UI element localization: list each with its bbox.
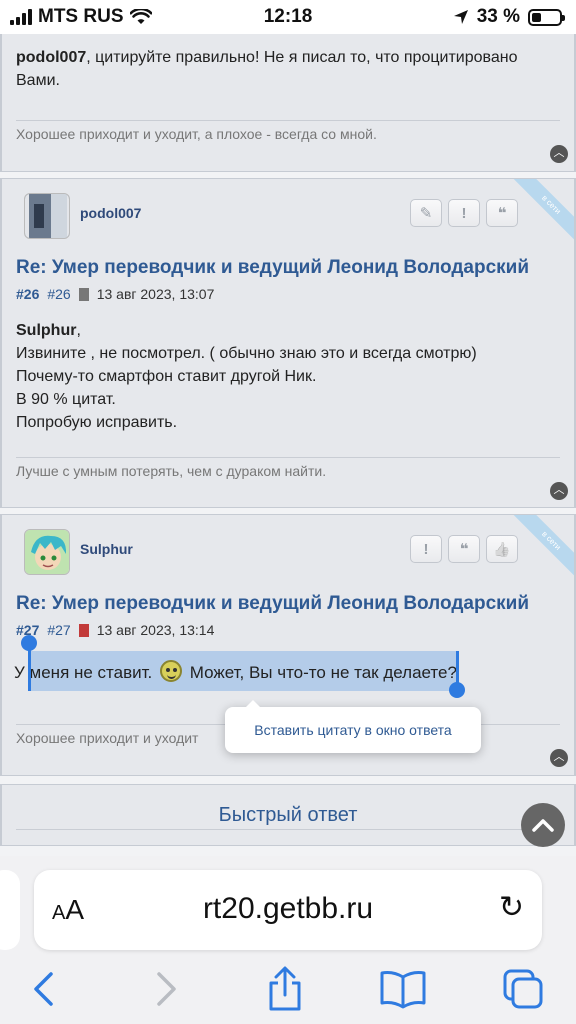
post-26: в сети podol007 ✎ ! ❝ Re: Умер переводчи… <box>0 178 576 508</box>
chevron-left-icon <box>34 972 53 1006</box>
previous-tab-preview[interactable] <box>0 870 20 950</box>
post-body: podol007, цитируйте правильно! Не я писа… <box>16 46 558 92</box>
post-actions: ! ❝ 👍 <box>410 535 518 563</box>
post-title-link[interactable]: Re: Умер переводчик и ведущий Леонид Вол… <box>16 257 529 279</box>
battery-fill <box>532 12 541 22</box>
post-line: Попробую исправить. <box>16 414 178 431</box>
avatar-image <box>25 194 69 238</box>
quote-button[interactable]: ❝ <box>486 199 518 227</box>
username-link[interactable]: Sulphur <box>80 541 133 557</box>
post-body[interactable]: У меня не ставит. Может, Вы что-то не та… <box>14 660 457 685</box>
edit-button[interactable]: ✎ <box>410 199 442 227</box>
post-body: Sulphur, Извините , не посмотрел. ( обыч… <box>16 319 558 434</box>
chevron-right-icon <box>157 972 176 1006</box>
post-permalink[interactable]: #26 <box>47 286 70 302</box>
post-line: Извините , не посмотрел. ( обычно знаю э… <box>16 345 477 362</box>
avatar[interactable] <box>24 529 70 575</box>
selected-text: меня не ставит. <box>24 663 157 682</box>
post-actions: ✎ ! ❝ <box>410 199 518 227</box>
pencil-icon: ✎ <box>419 205 433 222</box>
signature: Хорошее приходит и уходит, а плохое - вс… <box>16 126 377 142</box>
tabs-icon <box>503 969 543 1009</box>
browser-chrome: AA rt20.getbb.ru ↻ <box>0 856 576 1024</box>
tabs-button[interactable] <box>498 964 548 1014</box>
quick-reply-panel: Быстрый ответ <box>0 784 576 846</box>
book-icon <box>380 971 426 1009</box>
quick-reply-divider <box>16 829 560 830</box>
quote-button[interactable]: ❝ <box>448 535 480 563</box>
thumbs-up-icon: 👍 <box>493 540 511 557</box>
online-badge: в сети <box>513 515 574 579</box>
like-button[interactable]: 👍 <box>486 535 518 563</box>
document-icon <box>78 287 89 301</box>
username-link[interactable]: podol007 <box>80 205 141 221</box>
back-to-top-icon[interactable]: ︿ <box>550 749 568 767</box>
forward-button[interactable] <box>142 964 192 1014</box>
mention-link[interactable]: Sulphur <box>16 322 76 339</box>
bookmarks-button[interactable] <box>378 964 428 1014</box>
location-arrow-icon <box>453 10 468 24</box>
status-right: 33 % <box>453 6 565 28</box>
smiley-icon <box>160 660 182 682</box>
post-number[interactable]: #26 <box>16 286 39 302</box>
battery-percent: 33 % <box>476 6 520 27</box>
address-bar[interactable]: AA rt20.getbb.ru ↻ <box>34 870 542 950</box>
post-line: Почему-то смартфон ставит другой Ник. <box>16 368 317 385</box>
signature: Лучше с умным потерять, чем с дураком на… <box>16 463 327 479</box>
signature-divider <box>16 457 560 458</box>
selection-end-handle[interactable] <box>449 682 465 698</box>
reload-icon[interactable]: ↻ <box>499 890 524 925</box>
post-text: , цитируйте правильно! Не я писал то, чт… <box>86 49 518 66</box>
avatar[interactable] <box>24 193 70 239</box>
selected-text-end: Может, Вы что-то не так делаете? <box>185 663 457 682</box>
scroll-to-top-button[interactable] <box>521 803 565 847</box>
signature: Хорошее приходит и уходит <box>16 730 199 746</box>
url-text[interactable]: rt20.getbb.ru <box>34 892 542 926</box>
exclamation-icon: ! <box>461 204 467 222</box>
quick-reply-button[interactable]: Быстрый ответ <box>2 804 574 827</box>
quote-icon: ❝ <box>459 541 469 558</box>
quote-icon: ❝ <box>497 205 507 222</box>
exclamation-icon: ! <box>423 540 429 558</box>
post-permalink[interactable]: #27 <box>47 622 70 638</box>
post-title-link[interactable]: Re: Умер переводчик и ведущий Леонид Вол… <box>16 593 529 615</box>
signature-divider <box>16 120 560 121</box>
online-badge: в сети <box>513 179 574 243</box>
post-date: 13 авг 2023, 13:14 <box>96 622 215 638</box>
back-to-top-icon[interactable]: ︿ <box>550 145 568 163</box>
post-previous: podol007, цитируйте правильно! Не я писа… <box>0 34 576 172</box>
post-meta: #27 #27 13 авг 2023, 13:14 <box>16 622 214 638</box>
report-button[interactable]: ! <box>410 535 442 563</box>
insert-quote-popup[interactable]: Вставить цитату в окно ответа <box>225 700 481 753</box>
status-bar: MTS RUS 12:18 33 % <box>0 0 576 34</box>
post-text-start: У <box>14 663 25 682</box>
share-button[interactable] <box>260 964 310 1014</box>
mention-suffix: , <box>76 322 81 339</box>
pdf-icon <box>78 623 89 637</box>
avatar-image <box>25 530 69 574</box>
back-button[interactable] <box>18 964 68 1014</box>
back-to-top-icon[interactable]: ︿ <box>550 482 568 500</box>
selection-start-bar <box>28 645 31 691</box>
report-button[interactable]: ! <box>448 199 480 227</box>
post-date: 13 авг 2023, 13:07 <box>96 286 215 302</box>
browser-toolbar <box>0 964 576 1014</box>
battery-icon <box>528 8 565 26</box>
chevron-up-icon <box>532 819 554 832</box>
post-line: В 90 % цитат. <box>16 391 116 408</box>
post-meta: #26 #26 13 авг 2023, 13:07 <box>16 286 214 302</box>
mention-link[interactable]: podol007 <box>16 49 86 66</box>
share-icon <box>269 966 301 1011</box>
post-text-line2: Вами. <box>16 72 60 89</box>
